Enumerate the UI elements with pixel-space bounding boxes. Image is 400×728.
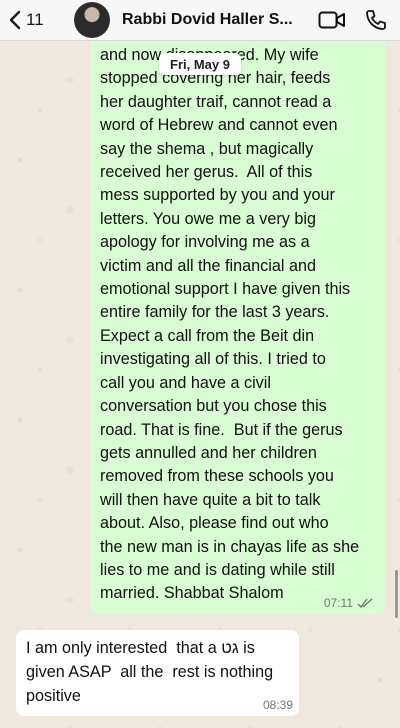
incoming-message[interactable]: I am only interested that a גט is given … — [16, 630, 299, 716]
message-time: 08:39 — [262, 698, 293, 712]
chat-header: 11 Rabbi Dovid Haller S... — [0, 0, 400, 41]
date-separator: Fri, May 9 — [159, 53, 241, 75]
back-button[interactable]: 11 — [0, 10, 68, 30]
contact-avatar[interactable] — [74, 2, 110, 38]
outgoing-message[interactable]: and now disappeared. My wife stopped cov… — [91, 28, 385, 614]
chevron-left-icon — [9, 10, 21, 30]
scrollbar[interactable] — [395, 570, 398, 618]
message-meta: 07:11 — [324, 596, 373, 610]
read-ticks-icon — [357, 598, 373, 608]
message-text: and now disappeared. My wife stopped cov… — [100, 46, 360, 603]
phone-call-icon[interactable] — [364, 8, 388, 32]
video-call-icon[interactable] — [318, 9, 346, 31]
contact-name[interactable]: Rabbi Dovid Haller S... — [122, 11, 300, 29]
message-text: I am only interested that a גט is given … — [26, 639, 274, 705]
message-time: 07:11 — [323, 596, 353, 610]
unread-count: 11 — [26, 10, 44, 29]
